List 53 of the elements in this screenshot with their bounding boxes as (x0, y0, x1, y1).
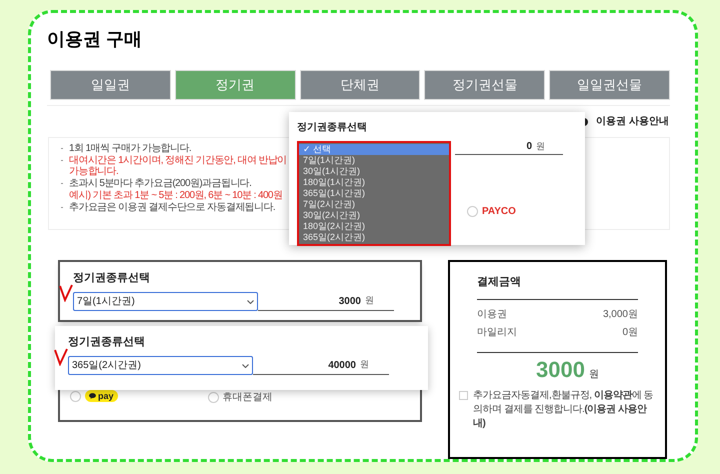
handwritten-v-icon (59, 284, 73, 302)
tab[interactable]: 정기권 (174, 70, 296, 100)
dropdown-option[interactable]: 180일(2시간권) (299, 221, 449, 232)
tab[interactable]: 일일권 (50, 70, 171, 100)
card-title: 정기권종류선택 (68, 335, 146, 350)
chevron-down-icon (247, 300, 254, 304)
notice-text: 예시) 기본 초과 1분 ~ 5분 : 200원, 6분 ~ 10분 : 400원 (69, 190, 282, 201)
notice-text: 대여시간은 1시간이며, 정해진 기간동안, 대여 반납이 가능합니다. (69, 155, 288, 177)
radio-button[interactable] (467, 206, 478, 217)
radio-button[interactable] (208, 392, 219, 403)
dropdown-option[interactable]: 365일(1시간권) (299, 188, 449, 199)
currency-unit: 원 (588, 368, 599, 382)
summary-title: 결제금액 (477, 275, 521, 290)
notice-text: 초과시 5분마다 추가요금(200원)과금됩니다. (69, 178, 252, 189)
agreement-checkbox[interactable] (459, 390, 468, 400)
amount-value: 3000 (338, 294, 361, 308)
radio-button[interactable] (70, 390, 81, 402)
dropdown-option[interactable]: 7일(1시간권) (299, 155, 449, 166)
pass-type-select[interactable]: 365일(2시간권) (68, 356, 253, 375)
card-title: 정기권종류선택 (73, 271, 151, 286)
dropdown-option[interactable]: 365일(2시간권) (299, 232, 449, 243)
pay-badge: pay (85, 390, 118, 402)
payment-option-label: PAYCO (482, 205, 516, 219)
speech-bubble-icon (89, 393, 96, 399)
currency-unit: 원 (536, 140, 545, 153)
popup-title: 정기권종류선택 (297, 121, 368, 135)
tab[interactable]: 단체권 (300, 70, 420, 100)
summary-label: 마일리지 (477, 326, 517, 340)
amount-value: 0 (526, 140, 532, 154)
payment-option-label: 휴대폰결제 (222, 391, 273, 405)
tab[interactable]: 정기권선물 (424, 70, 546, 100)
dropdown-option[interactable]: 30일(2시간권) (299, 210, 449, 221)
summary-value: 3,000원 (602, 308, 638, 322)
page-title: 이용권 구매 (47, 28, 142, 51)
check-icon: ✓ (303, 144, 311, 155)
dropdown-option[interactable]: ✓ 선택 (299, 144, 449, 155)
chevron-down-icon (242, 364, 249, 368)
amount-value: 40000 (328, 358, 356, 372)
pass-type-select[interactable]: 7일(1시간권) (73, 292, 258, 311)
agreement-text: 추가요금자동결제,환불규정, 이용약관에 동의하며 결제를 진행합니다.(이용권 사용안내) (473, 388, 654, 430)
usage-guide-link[interactable]: 이용권 사용안내 (596, 114, 669, 129)
notice-text: 1회 1매씩 구매가 가능합니다. (69, 143, 192, 154)
summary-value: 0원 (622, 326, 638, 340)
tab[interactable]: 일일권선물 (549, 70, 670, 100)
dropdown-option[interactable]: 30일(1시간권) (299, 166, 449, 177)
handwritten-v-icon (54, 348, 68, 366)
dropdown-option[interactable]: 180일(1시간권) (299, 177, 449, 188)
summary-label: 이용권 (477, 308, 507, 322)
currency-unit: 원 (360, 358, 369, 372)
currency-unit: 원 (365, 294, 374, 308)
notice-text: 추가요금은 이용권 결제수단으로 자동결제됩니다. (69, 202, 276, 213)
total-amount: 3000 (536, 356, 585, 384)
dropdown-option[interactable]: 7일(2시간권) (299, 199, 449, 210)
